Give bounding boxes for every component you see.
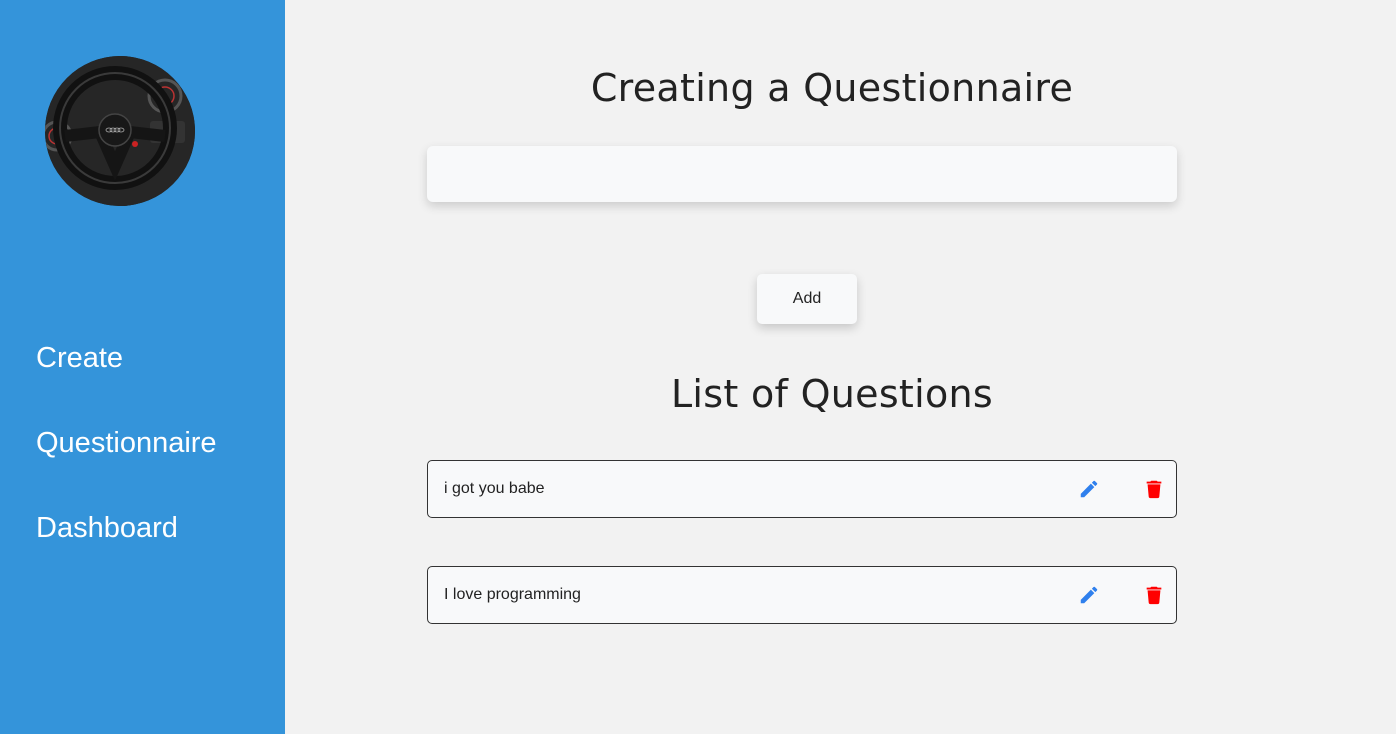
steering-wheel-photo xyxy=(45,56,195,206)
trash-icon[interactable] xyxy=(1143,584,1165,606)
sidebar-nav: Create Questionnaire Dashboard xyxy=(36,338,217,593)
pencil-icon[interactable] xyxy=(1078,584,1100,606)
question-item: i got you babe xyxy=(427,460,1177,518)
add-button[interactable]: Add xyxy=(757,274,857,324)
avatar xyxy=(45,56,195,206)
nav-questionnaire[interactable]: Questionnaire xyxy=(36,423,217,463)
nav-dashboard[interactable]: Dashboard xyxy=(36,508,217,548)
pencil-icon[interactable] xyxy=(1078,478,1100,500)
sidebar: Create Questionnaire Dashboard xyxy=(0,0,285,734)
trash-icon[interactable] xyxy=(1143,478,1165,500)
question-input[interactable] xyxy=(427,146,1177,202)
app: Create Questionnaire Dashboard Creating … xyxy=(0,0,1396,734)
nav-create[interactable]: Create xyxy=(36,338,217,378)
page-title: Creating a Questionnaire xyxy=(590,66,1074,110)
question-text: i got you babe xyxy=(444,480,545,497)
question-text: I love programming xyxy=(444,586,581,603)
question-item: I love programming xyxy=(427,566,1177,624)
list-title: List of Questions xyxy=(670,372,994,416)
